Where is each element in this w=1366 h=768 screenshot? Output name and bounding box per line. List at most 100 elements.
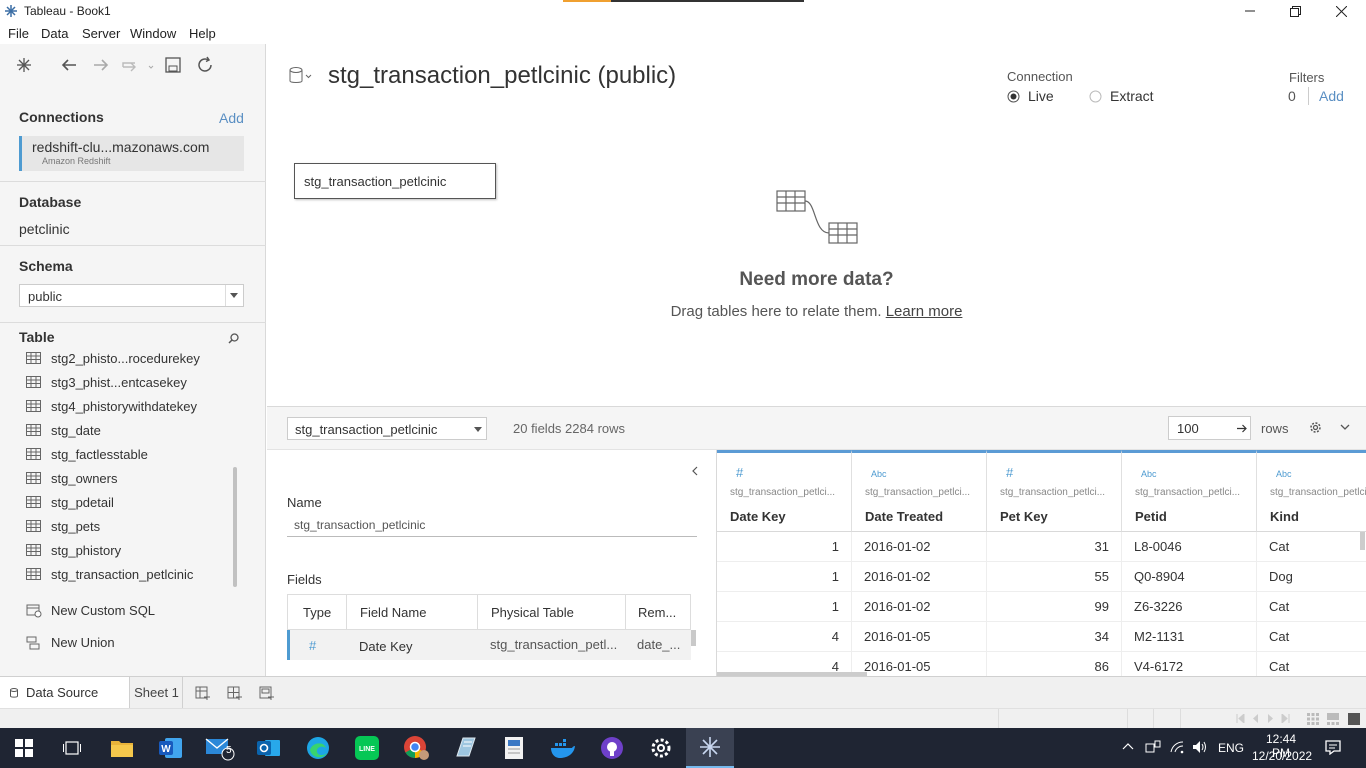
header-field-name[interactable]: Field Name — [360, 605, 426, 620]
field-row[interactable]: # Date Key stg_transaction_petl... date_… — [287, 630, 691, 660]
table-list-item[interactable]: stg_date — [26, 420, 101, 440]
header-type[interactable]: Type — [303, 605, 331, 620]
string-type-icon[interactable]: Abc — [1276, 469, 1292, 479]
file-explorer-icon[interactable] — [98, 728, 146, 768]
tableau-taskbar-icon[interactable] — [686, 728, 734, 768]
table-list-item[interactable]: stg_transaction_petlcinic — [26, 564, 193, 584]
tab-data-source[interactable]: Data Source — [0, 677, 130, 708]
table-list-item-label: stg_pets — [51, 518, 101, 534]
grid-column-header[interactable]: Abc stg_transaction_petlci... Date Treated — [852, 450, 987, 532]
add-connection-link[interactable]: Add — [219, 110, 244, 126]
collapse-chevron-icon[interactable] — [692, 466, 698, 476]
restore-button[interactable] — [1272, 0, 1318, 22]
save-icon[interactable] — [162, 54, 184, 76]
tableau-home-icon[interactable] — [13, 54, 35, 76]
table-list-item[interactable]: stg4_phistorywithdatekey — [26, 396, 197, 416]
fields-scrollbar[interactable] — [691, 630, 696, 646]
language-indicator[interactable]: ENG — [1218, 741, 1244, 755]
new-union[interactable]: New Union — [26, 632, 115, 652]
header-physical-table[interactable]: Physical Table — [491, 605, 574, 620]
grid-column-header[interactable]: Abc stg_transaction_petlci... Kind — [1257, 450, 1366, 532]
menu-window[interactable]: Window — [130, 26, 176, 41]
table-list-item[interactable]: stg2_phisto...rocedurekey — [26, 348, 200, 368]
table-list-item[interactable]: stg_pdetail — [26, 492, 114, 512]
table-list-item[interactable]: stg_owners — [26, 468, 117, 488]
notification-center-icon[interactable] — [1325, 740, 1341, 755]
tabs-view-icon[interactable] — [1348, 713, 1360, 725]
back-arrow-icon[interactable] — [58, 54, 80, 76]
word-icon[interactable]: W — [147, 728, 195, 768]
first-sheet-icon[interactable] — [1236, 714, 1245, 723]
outlook-icon[interactable] — [245, 728, 293, 768]
last-sheet-icon[interactable] — [1281, 714, 1290, 723]
task-view-icon[interactable] — [48, 728, 96, 768]
menu-help[interactable]: Help — [189, 26, 216, 41]
name-input[interactable]: stg_transaction_petlcinic — [287, 516, 697, 537]
grid-vscrollbar[interactable] — [1360, 532, 1365, 550]
database-icon[interactable] — [289, 66, 313, 86]
table-select[interactable]: stg_transaction_petlcinic — [287, 417, 487, 440]
grid-view-icon[interactable] — [1307, 713, 1319, 725]
number-type-icon[interactable]: # — [1006, 465, 1013, 480]
next-sheet-icon[interactable] — [1267, 714, 1274, 723]
rows-input[interactable]: 100 — [1168, 416, 1251, 440]
notes-app-icon[interactable] — [441, 728, 489, 768]
redo-dropdown-icon[interactable] — [120, 54, 156, 76]
table-list-scrollbar[interactable] — [233, 467, 237, 587]
new-worksheet-icon[interactable] — [195, 685, 211, 701]
menu-data[interactable]: Data — [41, 26, 68, 41]
volume-icon[interactable] — [1192, 740, 1208, 754]
table-list-item[interactable]: stg_factlesstable — [26, 444, 148, 464]
header-remote[interactable]: Rem... — [638, 605, 676, 620]
grid-column-header[interactable]: Abc stg_transaction_petlci... Petid — [1122, 450, 1257, 532]
string-type-icon[interactable]: Abc — [871, 469, 887, 479]
add-filter-link[interactable]: Add — [1319, 88, 1344, 104]
string-type-icon[interactable]: Abc — [1141, 469, 1157, 479]
gear-icon[interactable] — [1309, 421, 1322, 434]
filmstrip-view-icon[interactable] — [1327, 713, 1339, 725]
datasource-title[interactable]: stg_transaction_petlcinic (public) — [328, 62, 676, 90]
document-viewer-icon[interactable] — [490, 728, 538, 768]
connection-item[interactable]: redshift-clu...mazonaws.com Amazon Redsh… — [19, 136, 244, 171]
search-icon[interactable] — [228, 333, 239, 344]
number-type-icon[interactable]: # — [309, 638, 316, 653]
minimize-button[interactable] — [1227, 0, 1273, 22]
tab-sheet1[interactable]: Sheet 1 — [131, 677, 183, 708]
wifi-icon[interactable] — [1169, 740, 1185, 754]
menu-server[interactable]: Server — [82, 26, 120, 41]
line-icon[interactable]: LINE — [343, 728, 391, 768]
menu-file[interactable]: File — [8, 26, 29, 41]
show-hidden-icons-icon[interactable] — [1122, 742, 1134, 750]
new-story-icon[interactable] — [259, 685, 275, 701]
refresh-icon[interactable] — [194, 54, 216, 76]
network-adapter-icon[interactable] — [1145, 740, 1161, 754]
docker-icon[interactable] — [539, 728, 587, 768]
database-value[interactable]: petclinic — [19, 221, 70, 237]
chevron-down-icon[interactable] — [1340, 424, 1350, 430]
settings-gear-icon[interactable] — [637, 728, 685, 768]
live-radio[interactable]: Live — [1007, 88, 1054, 104]
prev-sheet-icon[interactable] — [1252, 714, 1259, 723]
number-type-icon[interactable]: # — [736, 465, 743, 480]
extract-radio[interactable]: Extract — [1089, 88, 1154, 104]
chrome-icon[interactable] — [392, 728, 440, 768]
table-list-item[interactable]: stg_pets — [26, 516, 100, 536]
table-box[interactable]: stg_transaction_petlcinic — [294, 163, 496, 199]
clock-date[interactable]: 12/20/2022 — [1252, 749, 1312, 763]
new-custom-sql[interactable]: New Custom SQL — [26, 600, 155, 620]
github-icon[interactable] — [588, 728, 636, 768]
grid-column-header[interactable]: # stg_transaction_petlci... Pet Key — [987, 450, 1122, 532]
edge-icon[interactable] — [294, 728, 342, 768]
grid-column-source: stg_transaction_petlci... — [1135, 487, 1241, 498]
arrow-right-icon[interactable] — [1237, 424, 1247, 433]
learn-more-link[interactable]: Learn more — [886, 303, 963, 320]
mail-icon[interactable]: 5 — [196, 728, 244, 768]
table-list-item[interactable]: stg_phistory — [26, 540, 121, 560]
start-button[interactable] — [0, 728, 48, 768]
forward-arrow-icon[interactable] — [90, 54, 112, 76]
close-button[interactable] — [1318, 0, 1364, 22]
grid-column-header[interactable]: # stg_transaction_petlci... Date Key — [717, 450, 852, 532]
schema-select[interactable]: public — [19, 284, 244, 307]
table-list-item[interactable]: stg3_phist...entcasekey — [26, 372, 187, 392]
new-dashboard-icon[interactable] — [227, 685, 243, 701]
